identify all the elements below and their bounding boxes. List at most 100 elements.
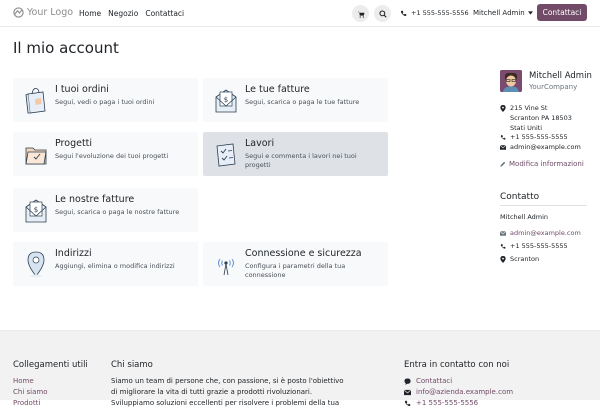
card-tasks-desc: Segui e commenta i lavori nei tuoi proge… — [245, 152, 357, 170]
contact-title: Contatto — [500, 192, 540, 202]
chat-bubble-icon — [404, 378, 411, 386]
contact-divider — [500, 205, 587, 206]
antenna-icon — [218, 258, 234, 276]
cart-icon — [357, 11, 364, 18]
nav-link-home[interactable]: Home — [79, 9, 101, 18]
card-our-invoices-title: Le nostre fatture — [55, 194, 135, 205]
profile-company: YourCompany — [529, 83, 578, 91]
edit-info-link[interactable]: Modifica informazioni — [500, 160, 584, 168]
phone-icon — [404, 400, 411, 407]
card-projects-desc: Segui l'evoluzione dei tuoi progetti — [55, 152, 169, 160]
footer-links-title: Collegamenti utili — [13, 360, 88, 370]
invoice-envelope-icon: $ — [25, 199, 47, 223]
profile-address: 215 Vine St Scranton PA 18503 Stati Unit… — [500, 104, 581, 133]
card-projects[interactable]: Progetti Segui l'evoluzione dei tuoi pro… — [13, 132, 198, 176]
phone-icon — [500, 244, 506, 249]
svg-text:$: $ — [224, 96, 228, 104]
cart-button[interactable] — [352, 5, 369, 22]
site-logo[interactable]: Your Logo — [13, 7, 73, 18]
contact-details: admin@example.com +1 555-555-5555 Scrant… — [500, 227, 581, 266]
footer-phone[interactable]: +1 555-555-5556 — [404, 398, 513, 409]
card-orders-desc: Segui, vedi o paga i tuoi ordini — [55, 98, 155, 106]
footer-link-about[interactable]: Chi siamo — [13, 387, 88, 398]
footer: Collegamenti utili Home Chi siamo Prodot… — [0, 330, 600, 407]
footer-contact-column: Entra in contatto con noi Contattaci inf… — [404, 360, 513, 409]
card-tasks-title: Lavori — [245, 138, 275, 149]
card-orders-title: I tuoi ordini — [55, 84, 109, 95]
shopping-bag-icon — [25, 88, 46, 114]
footer-about-column: Chi siamo Siamo un team di persone che, … — [111, 360, 351, 409]
card-invoices[interactable]: $ Le tue fatture Segui, scarica o paga l… — [203, 78, 388, 122]
user-menu[interactable]: Mitchell Admin — [473, 9, 533, 17]
footer-email[interactable]: info@azienda.example.com — [404, 387, 513, 398]
address-line-1: 215 Vine St — [510, 104, 548, 112]
card-security-title: Connessione e sicurezza — [245, 248, 362, 259]
edit-info-label: Modifica informazioni — [509, 160, 584, 168]
card-our-invoices[interactable]: $ Le nostre fatture Segui, scarica o pag… — [13, 188, 198, 232]
map-marker-icon — [500, 105, 506, 112]
profile-email: admin@example.com — [500, 143, 581, 153]
card-tasks[interactable]: Lavori Segui e commenta i lavori nei tuo… — [203, 132, 388, 176]
card-projects-title: Progetti — [55, 138, 93, 149]
nav-link-contact[interactable]: Contattaci — [145, 9, 184, 18]
footer-phone-number: +1 555-555-5556 — [416, 398, 479, 407]
invoice-envelope-icon: $ — [215, 89, 237, 113]
search-button[interactable] — [374, 5, 391, 22]
profile-phone: +1 555-555-5555 — [500, 133, 581, 143]
user-menu-label: Mitchell Admin — [473, 9, 525, 17]
profile-name: Mitchell Admin — [529, 71, 592, 81]
profile-phone-number: +1 555-555-5555 — [510, 133, 568, 142]
caret-down-icon — [527, 11, 533, 15]
logo-text: Your Logo — [27, 7, 74, 18]
pencil-icon — [500, 161, 506, 167]
search-icon — [378, 9, 387, 18]
card-addresses-title: Indirizzi — [55, 248, 92, 259]
contact-phone: +1 555-555-5555 — [500, 240, 581, 253]
address-line-2: Scranton PA 18503 — [510, 113, 572, 122]
contact-us-button[interactable]: Contattaci — [537, 4, 587, 21]
map-marker-icon — [500, 256, 506, 263]
footer-about-text: Siamo un team di persone che, con passio… — [111, 377, 344, 407]
nav-link-shop[interactable]: Negozio — [108, 9, 138, 18]
nav-phone-number: +1 555-555-5556 — [411, 9, 469, 17]
card-addresses[interactable]: Indirizzi Aggiungi, elimina o modifica i… — [13, 242, 198, 286]
phone-icon — [500, 135, 506, 140]
card-orders[interactable]: I tuoi ordini Segui, vedi o paga i tuoi … — [13, 78, 198, 122]
footer-contact-us-label: Contattaci — [416, 377, 453, 385]
task-checklist-icon — [216, 143, 236, 167]
footer-links-column: Collegamenti utili Home Chi siamo Prodot… — [13, 360, 88, 409]
card-invoices-title: Le tue fatture — [245, 84, 310, 95]
phone-icon — [400, 10, 407, 16]
contact-city-name: Scranton — [510, 255, 540, 263]
profile-details: 215 Vine St Scranton PA 18503 Stati Unit… — [500, 104, 581, 153]
logo-icon — [13, 7, 24, 18]
svg-text:$: $ — [34, 206, 38, 214]
map-pin-icon — [27, 251, 45, 278]
contact-email[interactable]: admin@example.com — [500, 227, 581, 240]
footer-email-address: info@azienda.example.com — [416, 387, 514, 396]
card-our-invoices-desc: Segui, scarica o paga le nostre fatture — [55, 208, 180, 216]
envelope-icon — [500, 231, 506, 236]
profile-email-address: admin@example.com — [510, 143, 581, 151]
contact-email-address[interactable]: admin@example.com — [510, 227, 581, 240]
card-security-desc: Configura i parametri della tua connessi… — [245, 262, 346, 280]
card-invoices-desc: Segui, scarica o paga le tue fatture — [245, 98, 360, 106]
avatar — [500, 70, 522, 92]
nav-phone[interactable]: +1 555-555-5556 — [400, 9, 469, 17]
card-addresses-desc: Aggiungi, elimina o modifica indirizzi — [55, 262, 175, 270]
page-title: Il mio account — [13, 39, 119, 57]
footer-contact-title: Entra in contatto con noi — [404, 360, 510, 370]
contact-city: Scranton — [500, 253, 581, 266]
footer-about-title: Chi siamo — [111, 360, 153, 370]
contact-phone-number: +1 555-555-5555 — [510, 242, 568, 250]
contact-name: Mitchell Admin — [500, 213, 549, 221]
folder-icon — [25, 147, 47, 165]
avatar-icon — [500, 70, 522, 92]
address-line-3: Stati Uniti — [510, 123, 543, 132]
top-navbar: Your Logo Home Negozio Contattaci +1 555… — [0, 0, 600, 27]
footer-contact-us[interactable]: Contattaci — [404, 376, 513, 387]
envelope-icon — [500, 145, 506, 150]
footer-link-home[interactable]: Home — [13, 376, 88, 387]
footer-link-products[interactable]: Prodotti — [13, 398, 88, 409]
card-security[interactable]: Connessione e sicurezza Configura i para… — [203, 242, 388, 286]
